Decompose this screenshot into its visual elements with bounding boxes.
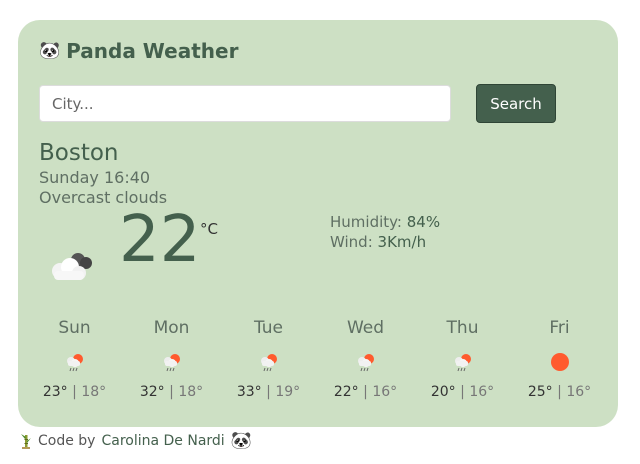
forecast-day-name: Sun: [58, 318, 91, 338]
forecast-day-name: Mon: [153, 318, 190, 338]
forecast-temps: 22° | 16°: [317, 384, 414, 400]
forecast-min: 16°: [469, 384, 495, 400]
forecast-day: Sun 23° | 18°: [26, 318, 123, 400]
forecast-min: 16°: [372, 384, 398, 400]
weather-card: 🐼 Panda Weather Search Boston Sunday 16:…: [18, 20, 618, 427]
panda-icon: 🐼: [230, 431, 252, 451]
current-temperature: 22: [119, 203, 201, 277]
forecast-day-name: Wed: [346, 318, 385, 338]
forecast-temps: 20° | 16°: [414, 384, 511, 400]
temp-separator: |: [363, 384, 368, 400]
forecast-day: Wed 22° | 16°: [317, 318, 414, 400]
forecast-temps: 25° | 16°: [511, 384, 608, 400]
forecast-day: Tue 33° | 19°: [220, 318, 317, 400]
forecast-temps: 23° | 18°: [26, 384, 123, 400]
rain-sun-icon: [357, 354, 374, 372]
panda-icon: 🐼: [39, 41, 61, 61]
forecast-day: Mon 32° | 18°: [123, 318, 220, 400]
author-link[interactable]: Carolina De Nardi: [101, 433, 224, 449]
forecast-min: 19°: [275, 384, 301, 400]
forecast-list: Sun 23° | 18° Mon 32° | 18° Tue 33° | 19…: [26, 318, 610, 400]
sun-icon: [550, 353, 569, 371]
forecast-max: 23°: [42, 384, 68, 400]
forecast-min: 18°: [178, 384, 204, 400]
forecast-max: 25°: [527, 384, 553, 400]
wind-label: Wind:: [330, 233, 373, 251]
forecast-temps: 32° | 18°: [123, 384, 220, 400]
rain-sun-icon: [66, 354, 83, 372]
forecast-temps: 33° | 19°: [220, 384, 317, 400]
app-header: 🐼 Panda Weather: [39, 39, 238, 63]
search-button[interactable]: Search: [476, 84, 556, 123]
forecast-min: 18°: [81, 384, 107, 400]
city-search-input[interactable]: [39, 85, 451, 122]
forecast-max: 32°: [139, 384, 165, 400]
forecast-day-name: Thu: [446, 318, 479, 338]
forecast-day: Thu 20° | 16°: [414, 318, 511, 400]
forecast-max: 33°: [236, 384, 262, 400]
temp-separator: |: [169, 384, 174, 400]
forecast-day: Fri 25° | 16°: [511, 318, 608, 400]
app-title: Panda Weather: [66, 39, 239, 63]
bamboo-icon: [21, 434, 31, 449]
temp-separator: |: [557, 384, 562, 400]
forecast-day-name: Fri: [549, 318, 570, 338]
overcast-clouds-icon: [52, 253, 92, 280]
temp-separator: |: [460, 384, 465, 400]
humidity-value: 84%: [406, 213, 441, 231]
humidity-row: Humidity: 84%: [330, 212, 440, 232]
weather-details: Humidity: 84% Wind: 3Km/h: [330, 212, 440, 252]
wind-row: Wind: 3Km/h: [330, 232, 440, 252]
rain-sun-icon: [454, 354, 471, 372]
rain-sun-icon: [260, 354, 277, 372]
city-name: Boston: [39, 140, 119, 166]
current-datetime: Sunday 16:40: [39, 168, 151, 187]
temp-separator: |: [72, 384, 77, 400]
wind-value: 3Km/h: [377, 233, 427, 251]
forecast-day-name: Tue: [253, 318, 284, 338]
forecast-max: 22°: [333, 384, 359, 400]
rain-sun-icon: [163, 354, 180, 372]
footer-prefix: Code by: [38, 433, 96, 449]
humidity-label: Humidity:: [330, 213, 402, 231]
temperature-unit[interactable]: °C: [200, 220, 218, 238]
temp-separator: |: [266, 384, 271, 400]
forecast-min: 16°: [566, 384, 592, 400]
page-footer: Code by Carolina De Nardi 🐼: [20, 431, 252, 451]
forecast-max: 20°: [430, 384, 456, 400]
